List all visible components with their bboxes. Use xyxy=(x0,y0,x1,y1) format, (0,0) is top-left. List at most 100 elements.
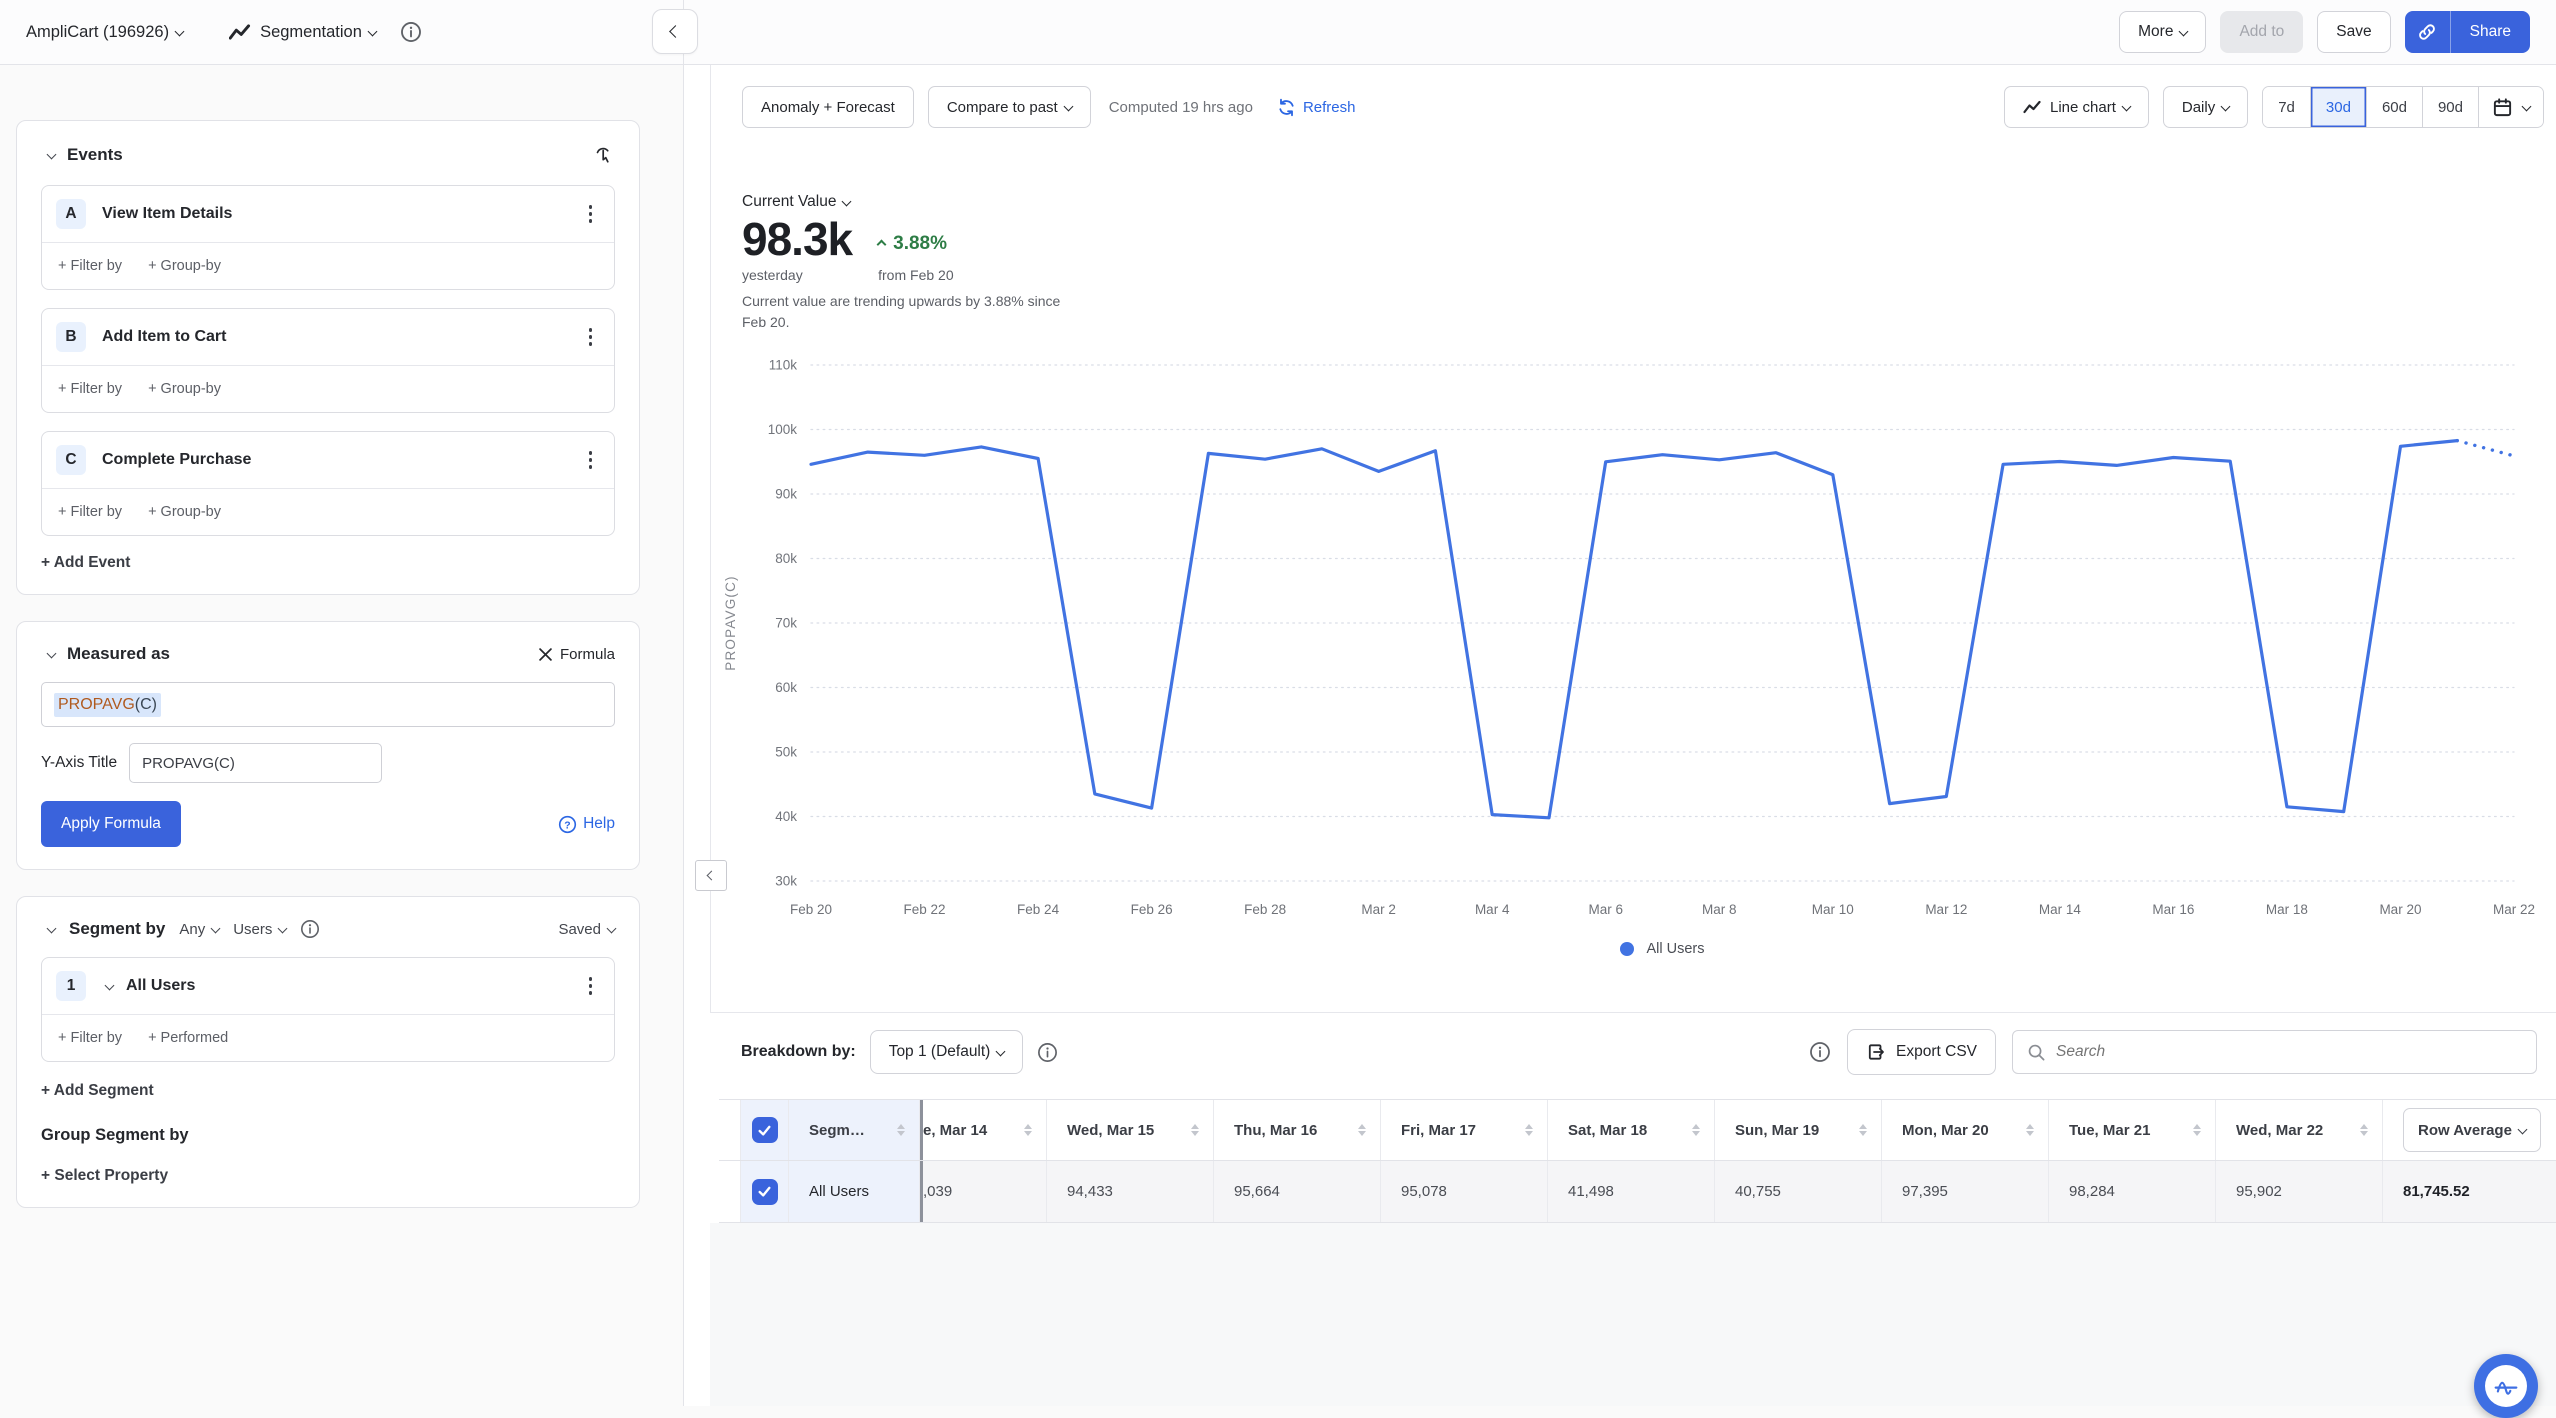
sort-icon[interactable] xyxy=(1358,1124,1380,1137)
saved-segments-dropdown[interactable]: Saved xyxy=(558,921,615,938)
add-to-button[interactable]: Add to xyxy=(2220,11,2303,53)
chevron-down-icon xyxy=(367,26,377,36)
column-header[interactable]: Sat, Mar 18 xyxy=(1548,1100,1715,1160)
event-letter-badge: C xyxy=(56,445,86,475)
add-groupby-button[interactable]: + Group-by xyxy=(148,258,221,274)
refresh-button[interactable]: Refresh xyxy=(1277,98,1356,117)
export-csv-button[interactable]: Export CSV xyxy=(1847,1029,1996,1075)
segment-type-dropdown[interactable]: Users xyxy=(233,921,286,938)
legend-swatch[interactable] xyxy=(1620,942,1634,956)
select-events-icon[interactable] xyxy=(591,143,615,167)
sort-icon[interactable] xyxy=(1024,1124,1046,1137)
sort-icon[interactable] xyxy=(1859,1124,1881,1137)
segment-menu-button[interactable] xyxy=(581,972,601,1000)
row-checkbox[interactable] xyxy=(752,1179,778,1205)
collapse-events-icon[interactable] xyxy=(47,149,57,159)
add-event-button[interactable]: + Add Event xyxy=(41,554,130,572)
add-filter-button[interactable]: + Filter by xyxy=(58,504,122,520)
sort-icon[interactable] xyxy=(2360,1124,2382,1137)
collapse-segment-icon[interactable] xyxy=(47,923,57,933)
row-segment-name[interactable]: All Users xyxy=(789,1161,920,1222)
project-selector[interactable]: AmpliCart (196926) xyxy=(26,23,183,42)
event-menu-button[interactable] xyxy=(581,200,601,228)
column-header[interactable]: Wed, Mar 15 xyxy=(1047,1100,1214,1160)
event-name: Add Item to Cart xyxy=(102,328,226,346)
event-menu-button[interactable] xyxy=(581,446,601,474)
svg-text:100k: 100k xyxy=(768,422,798,437)
view-name: Segmentation xyxy=(260,23,362,42)
sort-icon[interactable] xyxy=(1525,1124,1547,1137)
chart-type-dropdown[interactable]: Line chart xyxy=(2004,86,2149,128)
info-icon[interactable] xyxy=(1809,1041,1831,1063)
add-filter-button[interactable]: + Filter by xyxy=(58,381,122,397)
info-icon[interactable] xyxy=(1037,1042,1058,1063)
share-button[interactable]: Share xyxy=(2405,11,2530,53)
range-60d-button[interactable]: 60d xyxy=(2367,87,2423,127)
add-filter-button[interactable]: + Filter by xyxy=(58,258,122,274)
collapse-chart-panel-button[interactable] xyxy=(695,860,727,891)
collapse-measured-icon[interactable] xyxy=(47,648,57,658)
search-input[interactable] xyxy=(2056,1043,2522,1061)
row-average-dropdown[interactable]: Row Average xyxy=(2403,1108,2541,1152)
column-header[interactable]: Thu, Mar 16 xyxy=(1214,1100,1381,1160)
range-90d-button[interactable]: 90d xyxy=(2423,87,2479,127)
select-property-button[interactable]: + Select Property xyxy=(41,1167,168,1185)
add-groupby-button[interactable]: + Group-by xyxy=(148,381,221,397)
collapse-sidebar-button[interactable] xyxy=(652,9,698,54)
sort-icon[interactable] xyxy=(897,1124,919,1137)
info-icon[interactable] xyxy=(400,21,422,43)
column-header[interactable]: Sun, Mar 19 xyxy=(1715,1100,1882,1160)
search-box[interactable] xyxy=(2012,1030,2537,1074)
column-header[interactable]: Wed, Mar 22 xyxy=(2216,1100,2383,1160)
legend-label[interactable]: All Users xyxy=(1646,941,1704,957)
svg-text:Feb 22: Feb 22 xyxy=(904,902,946,917)
sort-icon[interactable] xyxy=(2026,1124,2048,1137)
sort-icon[interactable] xyxy=(2193,1124,2215,1137)
event-row[interactable]: C Complete Purchase xyxy=(42,432,614,488)
save-button[interactable]: Save xyxy=(2317,11,2390,53)
column-header[interactable]: Mon, Mar 20 xyxy=(1882,1100,2049,1160)
chart-view-selector[interactable]: Segmentation xyxy=(229,22,376,42)
granularity-dropdown[interactable]: Daily xyxy=(2163,86,2248,128)
compare-to-past-dropdown[interactable]: Compare to past xyxy=(928,86,1091,128)
chart-plot-area[interactable]: 30k40k50k60k70k80k90k100k110kFeb 20Feb 2… xyxy=(711,351,2556,923)
sort-icon[interactable] xyxy=(1191,1124,1213,1137)
more-button[interactable]: More xyxy=(2119,11,2206,53)
add-groupby-button[interactable]: + Group-by xyxy=(148,504,221,520)
svg-text:Mar 12: Mar 12 xyxy=(1925,902,1967,917)
range-30d-button[interactable]: 30d xyxy=(2311,87,2367,127)
calendar-range-button[interactable] xyxy=(2479,87,2543,127)
formula-toggle-button[interactable]: Formula xyxy=(539,646,615,663)
info-icon[interactable] xyxy=(300,919,320,939)
y-axis-title-input[interactable] xyxy=(129,743,382,783)
metric-value-caption: yesterday xyxy=(742,267,852,283)
anomaly-forecast-button[interactable]: Anomaly + Forecast xyxy=(742,86,914,128)
breakdown-top-dropdown[interactable]: Top 1 (Default) xyxy=(870,1030,1024,1074)
segment-add-performed-button[interactable]: + Performed xyxy=(148,1030,228,1046)
amplitude-assistant-button[interactable] xyxy=(2474,1354,2538,1418)
column-header[interactable]: Fri, Mar 17 xyxy=(1381,1100,1548,1160)
table-cell: 40,755 xyxy=(1715,1161,1882,1222)
link-icon[interactable] xyxy=(2405,11,2451,53)
range-7d-button[interactable]: 7d xyxy=(2263,87,2311,127)
column-header[interactable]: e, Mar 14 xyxy=(923,1100,1047,1160)
event-row[interactable]: B Add Item to Cart xyxy=(42,309,614,365)
segment-column-header[interactable]: Segm… xyxy=(789,1100,920,1160)
event-menu-button[interactable] xyxy=(581,323,601,351)
chevron-down-icon[interactable] xyxy=(105,980,115,990)
segment-add-filter-button[interactable]: + Filter by xyxy=(58,1030,122,1046)
select-all-checkbox[interactable] xyxy=(752,1117,778,1143)
formula-help-link[interactable]: ? Help xyxy=(558,815,615,834)
close-icon xyxy=(539,648,552,661)
add-segment-button[interactable]: + Add Segment xyxy=(41,1082,154,1100)
sort-icon[interactable] xyxy=(1692,1124,1714,1137)
table-header-row: Segm…e, Mar 14Wed, Mar 15Thu, Mar 16Fri,… xyxy=(719,1099,2556,1161)
segment-match-dropdown[interactable]: Any xyxy=(179,921,219,938)
apply-formula-button[interactable]: Apply Formula xyxy=(41,801,181,847)
segment-row[interactable]: 1 All Users xyxy=(42,958,614,1014)
svg-text:Mar 4: Mar 4 xyxy=(1475,902,1510,917)
metric-selector[interactable]: Current Value xyxy=(742,193,1172,211)
event-row[interactable]: A View Item Details xyxy=(42,186,614,242)
column-header[interactable]: Tue, Mar 21 xyxy=(2049,1100,2216,1160)
formula-input[interactable]: PROPAVG(C) xyxy=(41,682,615,727)
